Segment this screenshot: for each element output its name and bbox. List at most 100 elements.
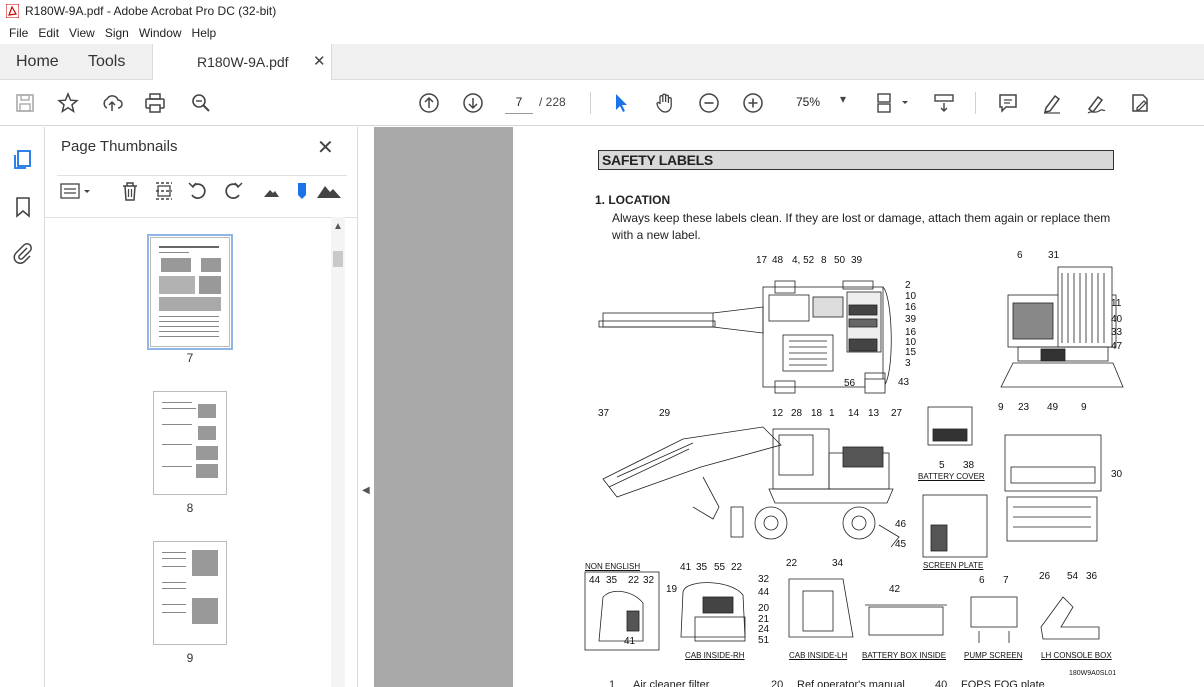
panel-title: Page Thumbnails bbox=[61, 138, 178, 155]
callout-label: 3 bbox=[905, 358, 911, 369]
callout-label: 56 bbox=[844, 378, 856, 389]
thumbnail-scrollbar[interactable]: ▲ bbox=[331, 217, 345, 687]
callout-label: 34 bbox=[832, 558, 844, 569]
callout-label: 11 bbox=[1111, 298, 1122, 309]
callout-label: 18 bbox=[811, 408, 823, 419]
bookmark-icon[interactable] bbox=[11, 195, 35, 219]
title-bar: R180W-9A.pdf - Adobe Acrobat Pro DC (32-… bbox=[0, 0, 1204, 22]
callout-label: 24 bbox=[758, 624, 770, 635]
callout-label: 9 bbox=[998, 402, 1004, 413]
thumbnail-label: 7 bbox=[186, 351, 194, 365]
callout-label: 22 bbox=[628, 575, 640, 586]
callout-label: 50 bbox=[834, 255, 846, 266]
thumbnail-page-8[interactable] bbox=[153, 391, 227, 495]
rotate-counterclockwise-icon[interactable] bbox=[187, 180, 209, 202]
callout-label: 45 bbox=[895, 539, 907, 550]
menu-view[interactable]: View bbox=[64, 26, 100, 40]
menu-sign[interactable]: Sign bbox=[100, 26, 134, 40]
page-thumbnails-icon[interactable] bbox=[11, 147, 35, 171]
close-icon[interactable]: ✕ bbox=[317, 135, 334, 160]
thumbnail-page-7[interactable] bbox=[147, 234, 233, 350]
hand-icon[interactable] bbox=[653, 91, 677, 115]
callout-label: 7 bbox=[1003, 575, 1009, 586]
menu-window[interactable]: Window bbox=[134, 26, 187, 40]
small-mountain-icon[interactable] bbox=[260, 180, 282, 202]
page-display-icon[interactable] bbox=[874, 91, 910, 115]
edit-pdf-icon[interactable] bbox=[1128, 91, 1152, 115]
callout-label: 42 bbox=[889, 584, 901, 595]
callout-label: 6 bbox=[979, 575, 985, 586]
callout-label: 54 bbox=[1067, 571, 1079, 582]
callout-label: 39 bbox=[851, 255, 863, 266]
page-number-input[interactable]: 7 bbox=[505, 90, 533, 114]
tab-bar: Home Tools R180W-9A.pdf ✕ bbox=[0, 44, 1204, 81]
pdf-page: SAFETY LABELS 1. LOCATION Always keep th… bbox=[513, 127, 1204, 687]
list-text: Air cleaner filter bbox=[633, 679, 710, 687]
callout-label: 51 bbox=[758, 635, 770, 646]
select-cursor-icon[interactable] bbox=[609, 91, 633, 115]
left-rail bbox=[0, 127, 45, 687]
window-title: R180W-9A.pdf - Adobe Acrobat Pro DC (32-… bbox=[25, 4, 277, 18]
scroll-up-icon[interactable]: ▲ bbox=[333, 221, 343, 232]
page-total: / 228 bbox=[539, 95, 566, 109]
attachment-icon[interactable] bbox=[11, 241, 35, 265]
caption-battery-cover: BATTERY COVER bbox=[918, 472, 985, 481]
caption-pump-screen: PUMP SCREEN bbox=[964, 651, 1023, 660]
callout-label: 22 bbox=[786, 558, 798, 569]
callout-label: 27 bbox=[891, 408, 903, 419]
highlight-icon[interactable] bbox=[1040, 91, 1064, 115]
caption-cab-inside-rh: CAB INSIDE-RH bbox=[685, 651, 745, 660]
zoom-in-icon[interactable] bbox=[741, 91, 765, 115]
callout-label: 43 bbox=[898, 377, 910, 388]
tab-tools[interactable]: Tools bbox=[88, 53, 125, 71]
acrobat-logo-icon bbox=[6, 4, 19, 18]
callout-label: 8 bbox=[821, 255, 827, 266]
callout-label: 36 bbox=[1086, 571, 1098, 582]
slider-marker-icon[interactable] bbox=[291, 180, 313, 202]
callout-label: 41 bbox=[624, 636, 636, 647]
drawing-code: 180W9A0SL01 bbox=[1069, 670, 1117, 677]
callout-label: 26 bbox=[1039, 571, 1051, 582]
zoom-search-icon[interactable] bbox=[189, 91, 213, 115]
callout-label: 35 bbox=[606, 575, 618, 586]
page-down-icon[interactable] bbox=[461, 91, 485, 115]
panel-divider[interactable]: ◀ bbox=[357, 127, 374, 687]
zoom-value: 75% bbox=[796, 95, 821, 109]
tab-home[interactable]: Home bbox=[16, 53, 59, 71]
top-view-drawing bbox=[598, 280, 892, 394]
scrollbar-thumb[interactable] bbox=[333, 251, 343, 267]
sign-icon[interactable] bbox=[1084, 91, 1108, 115]
tab-document-label: R180W-9A.pdf bbox=[197, 54, 289, 70]
side-view-drawing bbox=[602, 426, 900, 548]
save-icon[interactable] bbox=[13, 91, 37, 115]
close-tab-icon[interactable]: ✕ bbox=[313, 52, 326, 70]
callout-label: 31 bbox=[1048, 250, 1060, 261]
menu-edit[interactable]: Edit bbox=[33, 26, 64, 40]
thumbnail-toolbar bbox=[57, 175, 347, 205]
page-up-icon[interactable] bbox=[417, 91, 441, 115]
scroll-mode-icon[interactable] bbox=[932, 91, 956, 115]
callout-label: 12 bbox=[772, 408, 784, 419]
tab-document[interactable]: R180W-9A.pdf ✕ bbox=[152, 44, 332, 81]
upload-icon[interactable] bbox=[100, 91, 124, 115]
zoom-select[interactable]: 75% ▾ bbox=[780, 90, 858, 114]
menu-help[interactable]: Help bbox=[187, 26, 222, 40]
comment-icon[interactable] bbox=[996, 91, 1020, 115]
zoom-out-icon[interactable] bbox=[697, 91, 721, 115]
menu-file[interactable]: File bbox=[4, 26, 33, 40]
extract-pages-icon[interactable] bbox=[153, 180, 175, 202]
delete-icon[interactable] bbox=[119, 180, 141, 202]
thumbnail-page-9[interactable] bbox=[153, 541, 227, 645]
callout-label: 5 bbox=[939, 460, 945, 471]
options-menu-icon[interactable] bbox=[59, 180, 93, 202]
star-icon[interactable] bbox=[56, 91, 80, 115]
collapse-panel-icon[interactable]: ◀ bbox=[362, 485, 370, 496]
print-icon[interactable] bbox=[143, 91, 167, 115]
large-mountain-icon[interactable] bbox=[315, 180, 343, 202]
callout-label: 33 bbox=[1111, 327, 1123, 338]
caption-battery-box-inside: BATTERY BOX INSIDE bbox=[862, 651, 947, 660]
caption-non-english: NON ENGLISH bbox=[585, 562, 641, 571]
list-number: 40 bbox=[935, 679, 948, 687]
callout-label: 23 bbox=[1018, 402, 1030, 413]
rotate-clockwise-icon[interactable] bbox=[222, 180, 244, 202]
